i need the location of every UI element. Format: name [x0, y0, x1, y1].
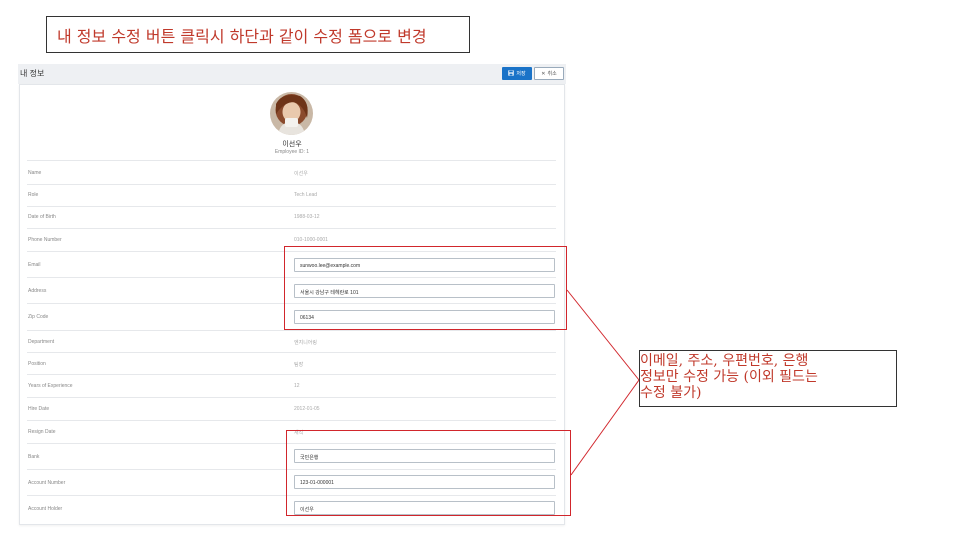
- field-value-name: 이선우: [294, 171, 308, 177]
- field-label-position: Position: [28, 361, 46, 367]
- field-label-phone: Phone Number: [28, 237, 62, 243]
- field-value-phone: 010-1000-0001: [294, 237, 328, 243]
- field-label-dob: Date of Birth: [28, 214, 56, 220]
- highlight-box-contact: [284, 246, 567, 330]
- field-value-dob: 1988-03-12: [294, 214, 320, 220]
- annotation-top-note: 내 정보 수정 버튼 클릭시 하단과 같이 수정 폼으로 변경: [46, 16, 470, 53]
- field-label-account-number: Account Number: [28, 480, 66, 486]
- panel-header: 내 정보 저장 ✕ 취소: [18, 64, 566, 84]
- field-value-department: 엔지니어링: [294, 340, 318, 346]
- field-label-hire-date: Hire Date: [28, 406, 50, 412]
- divider: [27, 330, 556, 331]
- page-title: 내 정보: [20, 69, 45, 78]
- divider: [27, 397, 556, 398]
- field-label-name: Name: [28, 170, 42, 176]
- field-label-address: Address: [28, 288, 47, 294]
- field-label-resign-date: Resign Date: [28, 429, 56, 435]
- divider: [27, 228, 556, 229]
- divider: [27, 352, 556, 353]
- avatar: [270, 92, 313, 135]
- divider: [27, 160, 556, 161]
- connector-line-top: [566, 289, 640, 381]
- field-label-department: Department: [28, 339, 55, 345]
- connector-line-bottom: [570, 379, 640, 476]
- field-value-experience: 12: [294, 383, 300, 389]
- field-value-role: Tech Lead: [294, 192, 318, 198]
- field-label-role: Role: [28, 192, 39, 198]
- field-label-account-holder: Account Holder: [28, 506, 63, 512]
- divider: [27, 184, 556, 185]
- field-label-experience: Years of Experience: [28, 383, 73, 389]
- highlight-box-bank: [286, 430, 571, 516]
- save-icon: [508, 69, 515, 78]
- cancel-button-label: 취소: [547, 71, 557, 77]
- field-label-zip: Zip Code: [28, 314, 49, 320]
- save-button[interactable]: 저장: [502, 67, 532, 80]
- save-button-label: 저장: [516, 71, 526, 77]
- field-label-email: Email: [28, 262, 41, 268]
- field-value-position: 팀장: [294, 362, 304, 368]
- divider: [27, 206, 556, 207]
- profile-name: 이선우: [282, 141, 302, 148]
- close-icon: ✕: [541, 70, 546, 77]
- divider: [27, 420, 556, 421]
- cancel-button[interactable]: ✕ 취소: [534, 67, 564, 80]
- field-value-hire-date: 2012-01-05: [294, 406, 320, 412]
- employee-id: Employee ID: 1: [274, 149, 310, 155]
- field-label-bank: Bank: [28, 454, 40, 460]
- divider: [27, 374, 556, 375]
- callout-text: 이메일, 주소, 우편번호, 은행 정보만 수정 가능 (이외 필드는 수정 불…: [640, 353, 818, 401]
